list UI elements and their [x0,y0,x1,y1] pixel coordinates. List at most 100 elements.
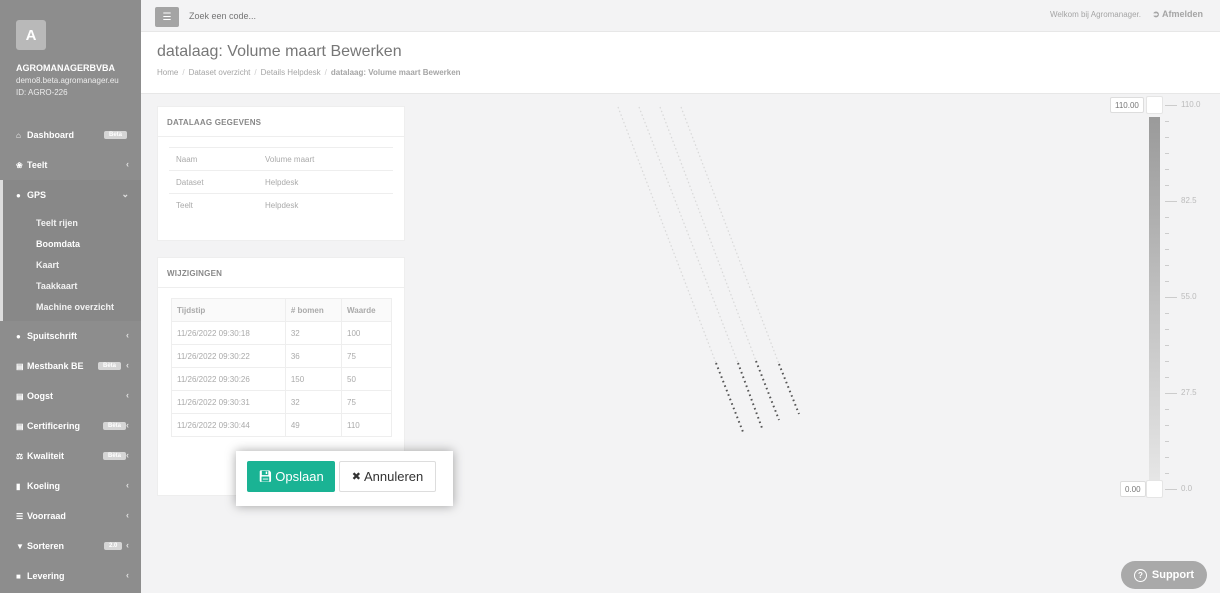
sidebar-item-levering[interactable]: ■ Levering ‹ [0,561,141,591]
table-row: 11/26/2022 09:30:44 49 110 [171,413,392,437]
value-slider-track[interactable] [1149,117,1160,480]
breadcrumb-details-helpdesk[interactable]: Details Helpdesk [261,68,321,77]
logout-label: Afmelden [1161,9,1203,19]
sidebar-subitem-machine-overzicht[interactable]: Machine overzicht [3,296,141,317]
support-button[interactable]: ? Support [1121,561,1207,589]
column-header: # bomen [284,298,343,322]
table-cell: 11/26/2022 09:30:31 [171,390,286,414]
tree-row-selected[interactable] [755,360,780,421]
sidebar: A AGROMANAGERBVBA demo8.beta.agromanager… [0,0,141,593]
sidebar-item-voorraad[interactable]: ☰ Voorraad ‹ [0,501,141,531]
scale-minor-tick [1165,425,1169,426]
scale-minor-tick [1165,345,1169,346]
sidebar-item-spuitschrift[interactable]: ● Spuitschrift ‹ [0,321,141,351]
sidebar-item-oogst[interactable]: ▤ Oogst ‹ [0,381,141,411]
sidebar-item-certificering[interactable]: ▤ Certificering Bèta ‹ [0,411,141,441]
tree-rows-unselected [617,106,780,365]
sidebar-item-label: Koeling [27,481,60,491]
slider-max-handle[interactable] [1146,96,1163,114]
home-icon: ⌂ [16,130,21,140]
table-cell: 50 [341,367,392,391]
chevron-left-icon: ‹ [126,450,129,460]
basket-icon: ▤ [16,391,24,401]
save-button[interactable]: 💾︎ Opslaan [247,461,335,492]
menu-toggle-button[interactable]: ☰ [155,7,179,27]
scale-minor-tick [1165,249,1169,250]
scale-minor-tick [1165,217,1169,218]
chevron-left-icon: ‹ [126,570,129,580]
sidebar-item-teelt[interactable]: ❀ Teelt ‹ [0,150,141,180]
scale-minor-tick [1165,233,1169,234]
chevron-left-icon: ‹ [126,159,129,169]
sidebar-item-kwaliteit[interactable]: ⚖ Kwaliteit Bèta ‹ [0,441,141,471]
sidebar-item-dashboard[interactable]: ⌂ Dashboard Beta [0,120,141,150]
sidebar-item-koeling[interactable]: ▮ Koeling ‹ [0,471,141,501]
detail-row-dataset: Dataset Helpdesk [169,170,393,193]
sidebar-subitem-teelt-rijen[interactable]: Teelt rijen [3,212,141,233]
column-header: Waarde [341,298,392,322]
search-input[interactable] [189,11,389,21]
scale-minor-tick [1165,265,1169,266]
company-name: AGROMANAGERBVBA [16,63,115,73]
sidebar-subitem-boomdata[interactable]: Boomdata [3,233,141,254]
table-row: 11/26/2022 09:30:31 32 75 [171,390,392,414]
scale-tick [1165,489,1177,490]
avatar[interactable]: A [16,20,46,50]
sidebar-subitem-kaart[interactable]: Kaart [3,254,141,275]
chevron-left-icon: ‹ [126,510,129,520]
tree-row-selected[interactable] [737,362,763,429]
welcome-message: Welkom bij Agromanager. [1049,10,1141,19]
sidebar-item-mestbank[interactable]: ▤ Mestbank BE Bèta ‹ [0,351,141,381]
sidebar-subitem-taakkaart[interactable]: Taakkaart [3,275,141,296]
thermometer-icon: ▮ [16,481,21,491]
detail-value: Helpdesk [265,201,299,210]
scale-minor-tick [1165,281,1169,282]
logout-link[interactable]: ➲ Afmelden [1152,9,1203,20]
droplet-icon: ● [16,331,21,341]
breadcrumb: Home / Dataset overzicht / Details Helpdesk /… [157,68,461,77]
scale-tick [1165,393,1177,394]
sidebar-item-label: Voorraad [27,511,66,521]
account-email: demo8.beta.agromanager.eu [16,76,119,85]
detail-key: Dataset [176,178,204,187]
page-header: datalaag: Volume maart Bewerken Home / Dat… [141,32,1220,94]
beta-badge: Beta [104,131,128,139]
scale-minor-tick [1165,441,1169,442]
chevron-left-icon: ‹ [126,360,129,370]
scale-minor-tick [1165,313,1169,314]
breadcrumb-home[interactable]: Home [157,68,178,77]
scale-label: 0.0 [1181,484,1193,493]
tree-row-selected[interactable] [715,362,744,433]
sidebar-item-label: GPS [27,190,47,200]
beta-badge: Bèta [103,422,127,430]
scale-tick [1165,105,1177,106]
slider-min-handle[interactable] [1146,480,1163,498]
table-cell: 150 [284,367,343,391]
top-bar: ☰ Welkom bij Agromanager. ➲ Afmelden [141,0,1220,32]
table-row: 11/26/2022 09:30:22 36 75 [171,344,392,368]
sidebar-item-label: Oogst [27,391,53,401]
changes-table: Tijdstip # bomen Waarde 11/26/2022 09:30… [171,298,392,437]
truck-icon: ■ [16,571,21,581]
tree-row-line [617,106,717,364]
beta-badge: Bèta [103,452,127,460]
tree-rows-selected [715,360,800,433]
scale-label: 110.0 [1181,100,1201,109]
tree-row-selected[interactable] [778,363,800,415]
scale-minor-tick [1165,121,1169,122]
table-cell: 110 [341,413,392,437]
sidebar-item-sorteren[interactable]: ▼ Sorteren 2.0 ‹ [0,531,141,561]
detail-key: Teelt [176,201,193,210]
scale-minor-tick [1165,169,1169,170]
sidebar-item-gps[interactable]: ● GPS ⌄ [0,180,141,210]
sidebar-item-label: Mestbank BE [27,361,84,371]
tree-row-line [659,106,757,362]
chevron-left-icon: ‹ [126,390,129,400]
gps-submenu: Teelt rijen Boomdata Kaart Taakkaart Mac… [0,210,141,321]
question-circle-icon: ? [1133,568,1147,582]
version-badge: 2.0 [104,542,123,550]
sidebar-item-label: Kwaliteit [27,451,65,461]
breadcrumb-dataset-overzicht[interactable]: Dataset overzicht [189,68,251,77]
tree-map[interactable] [410,94,1110,593]
detail-value: Volume maart [265,155,315,164]
